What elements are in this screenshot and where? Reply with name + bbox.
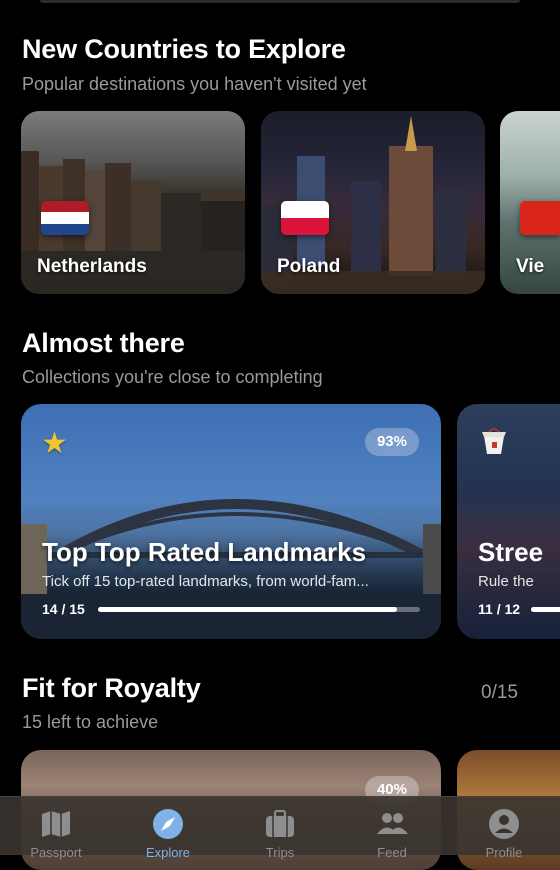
tab-feed[interactable]: Feed xyxy=(336,797,448,860)
takeout-box-icon xyxy=(482,428,506,454)
country-card-netherlands[interactable]: Netherlands xyxy=(21,111,245,294)
section-title-royalty: Fit for Royalty xyxy=(22,673,201,703)
tab-label: Passport xyxy=(30,845,82,860)
person-circle-icon xyxy=(489,809,519,839)
top-divider xyxy=(40,0,520,3)
tab-label: Profile xyxy=(485,845,523,860)
progress-bar-fill xyxy=(98,607,398,612)
progress-bar-fill xyxy=(531,607,560,612)
section-subtitle-new-countries: Popular destinations you haven't visited… xyxy=(22,74,367,94)
flag-poland-icon xyxy=(281,201,329,235)
progress-bar xyxy=(531,607,560,612)
collection-title: Top Top Rated Landmarks xyxy=(42,537,367,567)
compass-icon xyxy=(153,809,183,839)
tab-trips[interactable]: Trips xyxy=(224,797,336,860)
map-icon xyxy=(42,811,70,837)
progress-badge: 93% xyxy=(364,428,419,456)
collection-title: Stree xyxy=(478,537,544,567)
flag-vietnam-icon xyxy=(520,201,560,235)
collection-card-landmarks[interactable]: ★ 93% Top Top Rated Landmarks Tick off 1… xyxy=(21,404,441,639)
royalty-count: 0/15 xyxy=(481,682,518,703)
tab-label: Feed xyxy=(377,845,407,860)
section-subtitle-almost-there: Collections you're close to completing xyxy=(22,367,323,387)
tab-bar: Passport Explore Trips Feed Profile xyxy=(0,796,560,860)
collection-description: Tick off 15 top-rated landmarks, from wo… xyxy=(42,573,369,590)
country-card-vietnam[interactable]: Vie xyxy=(500,111,560,294)
section-title-almost-there: Almost there xyxy=(22,328,185,358)
flag-netherlands-icon xyxy=(41,201,89,235)
section-subtitle-royalty: 15 left to achieve xyxy=(22,712,159,732)
collection-card-street-food[interactable]: Stree Rule the 11 / 12 xyxy=(457,404,560,639)
star-icon: ★ xyxy=(41,427,68,460)
tab-passport[interactable]: Passport xyxy=(0,797,112,860)
country-name: Poland xyxy=(277,256,341,277)
tab-explore[interactable]: Explore xyxy=(112,797,224,860)
progress-bar xyxy=(98,607,420,612)
collection-description: Rule the xyxy=(478,573,534,590)
country-card-poland[interactable]: Poland xyxy=(261,111,485,294)
suitcase-icon xyxy=(266,810,294,837)
collection-count: 14 / 15 xyxy=(42,601,85,617)
tab-profile[interactable]: Profile xyxy=(448,797,560,860)
country-name: Vie xyxy=(516,256,545,277)
country-name: Netherlands xyxy=(37,256,147,277)
tab-label: Trips xyxy=(265,845,295,860)
people-icon xyxy=(377,813,408,834)
section-title-new-countries: New Countries to Explore xyxy=(22,34,346,64)
collection-count: 11 / 12 xyxy=(478,601,521,617)
tab-label: Explore xyxy=(145,845,191,860)
